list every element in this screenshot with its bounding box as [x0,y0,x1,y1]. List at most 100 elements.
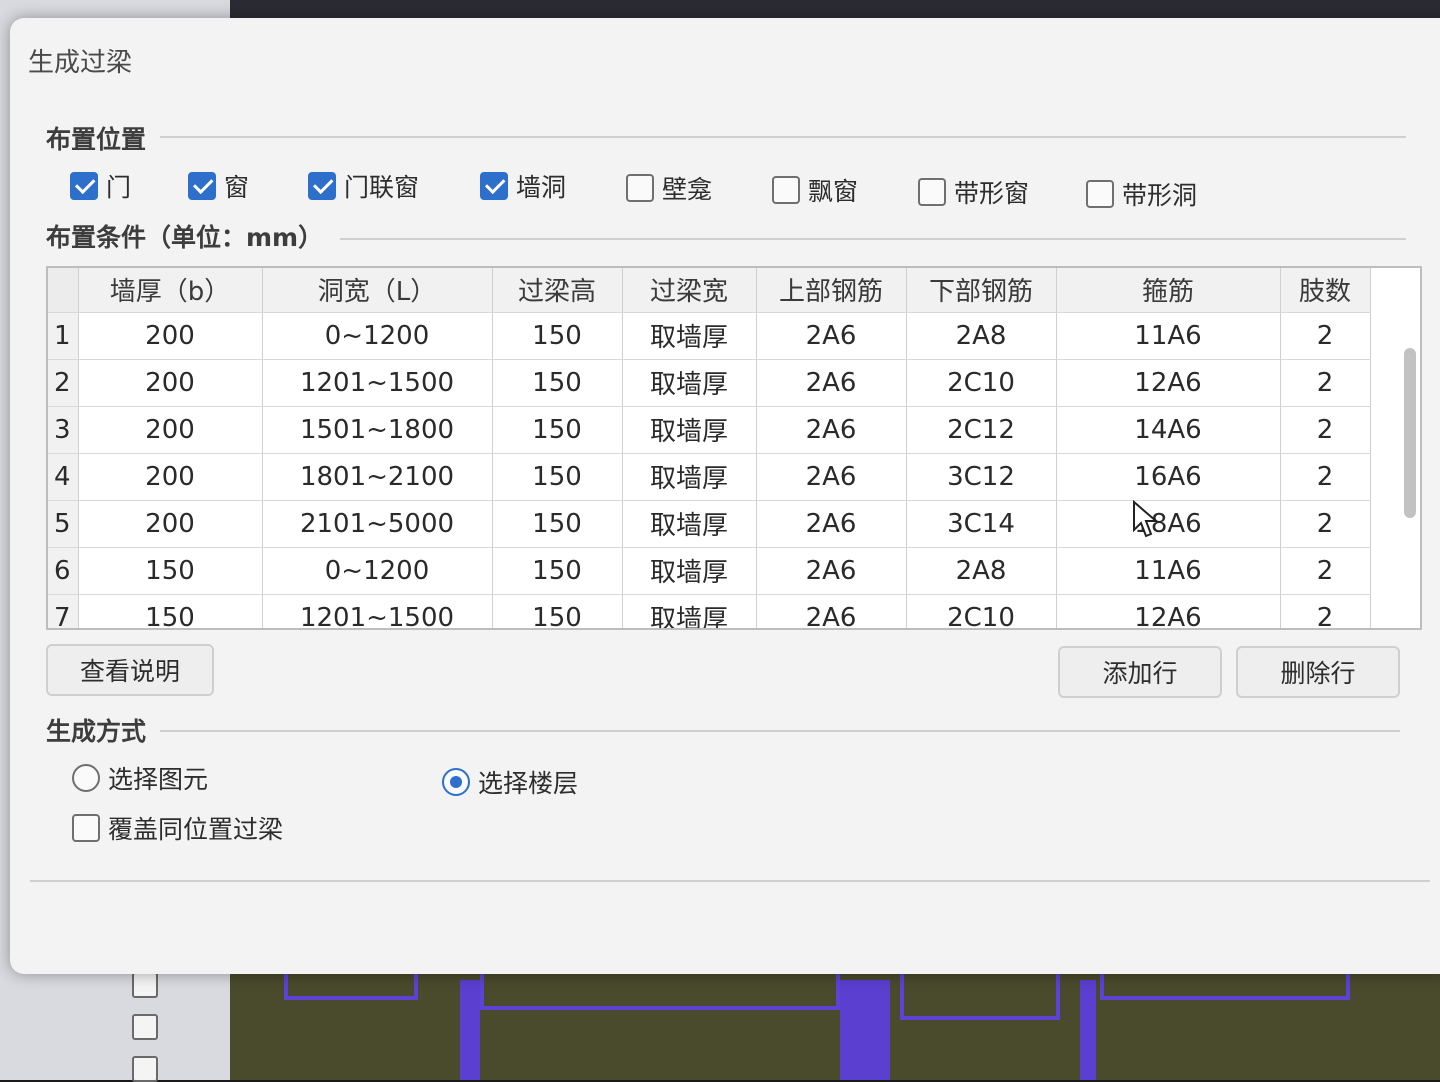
table-cell[interactable]: 150 [492,406,623,454]
table-cell[interactable]: 1501~1800 [262,406,493,454]
table-cell[interactable]: 2A6 [756,312,907,360]
table-cell[interactable]: 3C14 [906,500,1057,548]
checkbox-box[interactable] [70,172,98,200]
view-help-button[interactable]: 查看说明 [46,644,214,696]
table-cell[interactable]: 2A6 [756,594,907,628]
table-cell[interactable]: 2 [1280,500,1371,548]
table-row[interactable]: 7 150 1201~1500 150 取墙厚 2A6 2C10 12A6 2 [48,594,1371,628]
table-cell[interactable]: 1801~2100 [262,453,493,501]
delete-row-button[interactable]: 删除行 [1236,646,1400,698]
row-number[interactable]: 7 [48,594,79,628]
add-row-button[interactable]: 添加行 [1058,646,1222,698]
scrollbar-thumb[interactable] [1404,348,1416,518]
table-cell[interactable]: 2C10 [906,359,1057,407]
row-number[interactable]: 5 [48,500,79,548]
radio-select-element[interactable]: 选择图元 [72,760,208,796]
radio-circle[interactable] [442,768,470,796]
table-cell[interactable]: 2 [1280,547,1371,595]
checkbox-overwrite-lintel[interactable]: 覆盖同位置过梁 [72,810,283,846]
table-row[interactable]: 4 200 1801~2100 150 取墙厚 2A6 3C12 16A6 2 [48,453,1371,501]
background-checkbox[interactable] [132,1014,158,1040]
table-cell[interactable]: 2 [1280,594,1371,628]
checkbox-box[interactable] [308,172,336,200]
row-number[interactable]: 6 [48,547,79,595]
background-checkbox[interactable] [132,1056,158,1082]
table-cell[interactable]: 150 [492,594,623,628]
table-cell[interactable]: 150 [78,594,263,628]
table-cell[interactable]: 11A6 [1056,312,1281,360]
checkbox-box[interactable] [1086,180,1114,208]
vertical-scrollbar[interactable] [1404,308,1416,628]
table-cell[interactable]: 1201~1500 [262,594,493,628]
table-cell[interactable]: 取墙厚 [622,500,757,548]
table-cell[interactable]: 0~1200 [262,547,493,595]
table-row[interactable]: 1 200 0~1200 150 取墙厚 2A6 2A8 11A6 2 [48,312,1371,360]
table-cell[interactable]: 取墙厚 [622,312,757,360]
checkbox-box[interactable] [772,176,800,204]
table-cell[interactable]: 取墙厚 [622,453,757,501]
table-cell[interactable]: 11A6 [1056,547,1281,595]
checkbox-niche[interactable]: 壁龛 [626,170,712,206]
table-cell[interactable]: 2 [1280,359,1371,407]
table-cell[interactable]: 200 [78,453,263,501]
table-cell[interactable]: 2A6 [756,406,907,454]
table-cell[interactable]: 200 [78,406,263,454]
checkbox-door[interactable]: 门 [70,168,131,204]
table-row[interactable]: 5 200 2101~5000 150 取墙厚 2A6 3C14 18A6 2 [48,500,1371,548]
table-cell[interactable]: 150 [492,359,623,407]
table-row[interactable]: 3 200 1501~1800 150 取墙厚 2A6 2C12 14A6 2 [48,406,1371,454]
checkbox-box[interactable] [626,174,654,202]
table-cell[interactable]: 12A6 [1056,594,1281,628]
table-row[interactable]: 2 200 1201~1500 150 取墙厚 2A6 2C10 12A6 2 [48,359,1371,407]
checkbox-box[interactable] [480,172,508,200]
table-cell[interactable]: 2A6 [756,359,907,407]
radio-select-floor[interactable]: 选择楼层 [442,764,578,800]
table-cell[interactable]: 2A8 [906,547,1057,595]
table-cell[interactable]: 取墙厚 [622,547,757,595]
table-cell[interactable]: 1201~1500 [262,359,493,407]
table-cell[interactable]: 150 [78,547,263,595]
table-cell[interactable]: 14A6 [1056,406,1281,454]
table-row[interactable]: 6 150 0~1200 150 取墙厚 2A6 2A8 11A6 2 [48,547,1371,595]
table-cell[interactable]: 2A6 [756,500,907,548]
table-cell[interactable]: 3C12 [906,453,1057,501]
table-cell[interactable]: 12A6 [1056,359,1281,407]
table-cell[interactable]: 2C12 [906,406,1057,454]
table-cell[interactable]: 150 [492,547,623,595]
table-cell[interactable]: 2A6 [756,547,907,595]
table-cell[interactable]: 200 [78,500,263,548]
checkbox-wall-opening[interactable]: 墙洞 [480,168,566,204]
row-number[interactable]: 2 [48,359,79,407]
table-cell[interactable]: 2 [1280,406,1371,454]
checkbox-box[interactable] [72,814,100,842]
table-cell[interactable]: 2A6 [756,453,907,501]
row-number[interactable]: 3 [48,406,79,454]
background-checkbox[interactable] [132,972,158,998]
table-cell[interactable]: 200 [78,312,263,360]
row-number[interactable]: 1 [48,312,79,360]
table-cell[interactable]: 取墙厚 [622,359,757,407]
table-cell[interactable]: 2A8 [906,312,1057,360]
table-cell[interactable]: 16A6 [1056,453,1281,501]
table-cell[interactable]: 取墙厚 [622,406,757,454]
table-cell[interactable]: 150 [492,500,623,548]
table-cell[interactable]: 18A6 [1056,500,1281,548]
table-cell[interactable]: 取墙厚 [622,594,757,628]
checkbox-box[interactable] [188,172,216,200]
table-cell[interactable]: 150 [492,312,623,360]
checkbox-door-window[interactable]: 门联窗 [308,168,419,204]
checkbox-strip-opening[interactable]: 带形洞 [1086,176,1197,212]
row-number[interactable]: 4 [48,453,79,501]
table-cell[interactable]: 150 [492,453,623,501]
table-cell[interactable]: 2101~5000 [262,500,493,548]
table-cell[interactable]: 0~1200 [262,312,493,360]
cad-viewport[interactable] [230,960,1440,1080]
checkbox-bay-window[interactable]: 飘窗 [772,172,858,208]
table-cell[interactable]: 2 [1280,312,1371,360]
checkbox-window[interactable]: 窗 [188,168,249,204]
table-cell[interactable]: 2C10 [906,594,1057,628]
table-cell[interactable]: 2 [1280,453,1371,501]
radio-circle[interactable] [72,764,100,792]
table-cell[interactable]: 200 [78,359,263,407]
checkbox-strip-window[interactable]: 带形窗 [918,174,1029,210]
